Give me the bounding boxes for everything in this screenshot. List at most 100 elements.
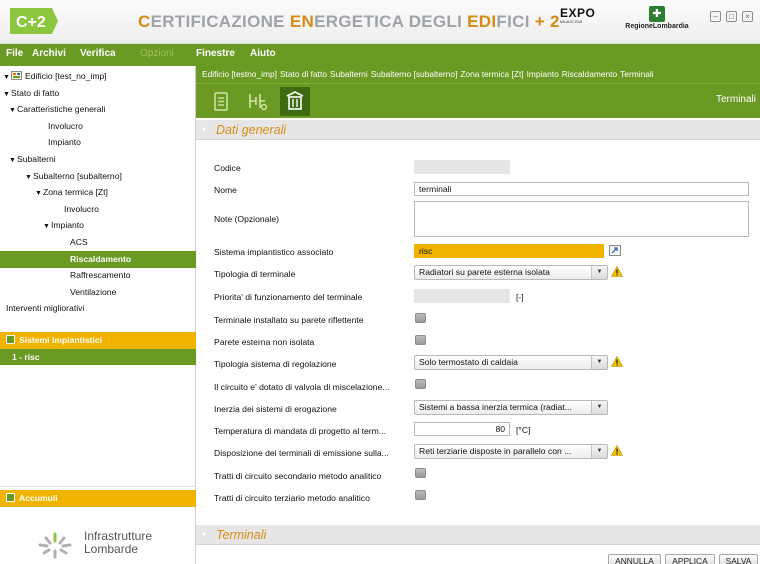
tipologia-terminale-select[interactable]: Radiatori su parete esterna isolata ▼	[414, 265, 608, 280]
tree-item[interactable]: ▼ Edificio [test_no_imp]	[0, 68, 196, 85]
valvola-checkbox[interactable]	[415, 379, 426, 389]
tree-item[interactable]: ACS	[0, 234, 196, 251]
tree-item-label: Subalterni	[17, 154, 56, 164]
expand-triangle-icon[interactable]: ▼	[25, 169, 33, 186]
disposizione-label: Disposizione dei terminali di emissione …	[214, 448, 389, 458]
title-bar: C+2 CERTIFICAZIONE ENERGETICA DEGLI EDIF…	[0, 0, 760, 44]
region-name: RegioneLombardia	[625, 23, 689, 30]
tree-item[interactable]: ▼Stato di fatto	[0, 85, 196, 102]
breadcrumb: Edificio [testno_imp] Stato di fatto Subal…	[196, 66, 760, 83]
app-title-part: + 2	[529, 12, 560, 31]
panel-splitter[interactable]	[0, 486, 196, 487]
breadcrumb-item[interactable]: Impianto	[527, 69, 559, 79]
regolazione-select[interactable]: Solo termostato di caldaia ▼	[414, 355, 608, 370]
menu-file[interactable]: File	[6, 48, 23, 59]
tree-item[interactable]: Interventi migliorativi	[0, 300, 196, 317]
chevron-down-icon[interactable]: ▼	[591, 356, 607, 369]
menu-opzioni: Opzioni	[140, 48, 174, 59]
pipes-icon[interactable]	[242, 87, 272, 116]
radiator-icon[interactable]	[280, 87, 310, 116]
nome-input[interactable]: terminali	[414, 182, 749, 196]
terziario-checkbox[interactable]	[415, 490, 426, 500]
disposizione-select[interactable]: Reti terziarie disposte in parallelo con…	[414, 444, 608, 459]
expand-triangle-icon[interactable]: ▼	[35, 185, 43, 202]
open-link-icon[interactable]	[609, 245, 621, 256]
tree-item[interactable]: ▼Zona termica [Zt]	[0, 184, 196, 201]
breadcrumb-item[interactable]: Zona termica [Zt]	[460, 69, 523, 79]
expo-logo: EXPO MILANO 2015	[560, 6, 604, 38]
applica-button[interactable]: APPLICA	[665, 554, 715, 564]
app-title-part: FICI	[496, 12, 530, 31]
expo-subtitle: MILANO 2015	[560, 20, 583, 24]
system-icon	[6, 335, 15, 344]
annulla-button[interactable]: ANNULLA	[608, 554, 661, 564]
sistema-label: Sistema impiantistico associato	[214, 247, 334, 257]
chevron-down-icon[interactable]: ▼	[591, 401, 607, 414]
secondario-checkbox[interactable]	[415, 468, 426, 478]
breadcrumb-item[interactable]: Terminali	[620, 69, 654, 79]
tree-item-label: Zona termica [Zt]	[43, 187, 108, 198]
expand-triangle-icon[interactable]: ▼	[9, 152, 17, 169]
expand-triangle-icon[interactable]: ▼	[9, 102, 17, 119]
terziario-label: Tratti di circuito terziario metodo anal…	[214, 493, 370, 503]
inerzia-select[interactable]: Sistemi a bassa inerzia termica (radiat.…	[414, 400, 608, 415]
close-icon[interactable]: ×	[742, 11, 753, 22]
tree-item-label: Interventi migliorativi	[6, 303, 85, 314]
sistema-field[interactable]: risc	[414, 244, 604, 258]
sistemi-header[interactable]: Sistemi impiantistici	[0, 332, 196, 349]
tree-item[interactable]: Riscaldamento	[0, 250, 196, 268]
storage-icon	[6, 493, 15, 502]
note-textarea[interactable]	[414, 201, 749, 237]
app-logo: C+2	[10, 8, 58, 34]
tree-item[interactable]: ▼Caratteristiche generali	[0, 101, 196, 118]
tree-item[interactable]: ▼Subalterni	[0, 151, 196, 168]
tree-item-label: Riscaldamento	[70, 253, 132, 264]
menu-verifica[interactable]: Verifica	[80, 48, 116, 59]
chevron-down-icon[interactable]: ▼	[591, 266, 607, 279]
priorita-unit: [-]	[516, 292, 524, 302]
expand-triangle-icon[interactable]: ▼	[3, 69, 11, 86]
group-header-terminali[interactable]: ▾ Terminali	[196, 525, 760, 545]
minimize-icon[interactable]: –	[710, 11, 721, 22]
toolbar: Terminali	[196, 83, 760, 118]
breadcrumb-item[interactable]: Subalterni	[330, 69, 368, 79]
breadcrumb-item[interactable]: Edificio [testno_imp]	[202, 69, 277, 79]
tree-item[interactable]: ▼Subalterno [subalterno]	[0, 168, 196, 185]
group-header-dati-generali[interactable]: ▾ Dati generali	[196, 120, 760, 140]
collapse-caret-icon[interactable]: ▾	[202, 125, 206, 134]
menu-finestre[interactable]: Finestre	[196, 48, 235, 59]
breadcrumb-item[interactable]: Riscaldamento	[562, 69, 617, 79]
sistema-item[interactable]: 1 - risc	[0, 349, 196, 365]
tree-item[interactable]: Impianto	[0, 134, 196, 151]
priorita-label: Priorita' di funzionamento del terminale	[214, 292, 363, 302]
tipologia-terminale-value: Radiatori su parete esterna isolata	[419, 267, 550, 277]
parete-non-isolata-checkbox[interactable]	[415, 335, 426, 345]
menu-aiuto[interactable]: Aiuto	[250, 48, 276, 59]
salva-button[interactable]: SALVA	[719, 554, 758, 564]
maximize-icon[interactable]: □	[726, 11, 737, 22]
chevron-down-icon[interactable]: ▼	[591, 445, 607, 458]
breadcrumb-item[interactable]: Stato di fatto	[280, 69, 327, 79]
tree-item-label: Stato di fatto	[11, 87, 60, 98]
breadcrumb-item[interactable]: Subalterno [subalterno]	[371, 69, 458, 79]
tree-item[interactable]: Ventilazione	[0, 284, 196, 301]
note-label: Note (Opzionale)	[214, 214, 279, 224]
list-icon[interactable]	[206, 87, 236, 116]
priorita-field	[414, 289, 510, 303]
tree-item[interactable]: Involucro	[0, 118, 196, 135]
tree-item[interactable]: ▼Impianto	[0, 217, 196, 234]
codice-label: Codice	[214, 163, 241, 173]
regolazione-value: Solo termostato di caldaia	[419, 357, 518, 367]
accumuli-header[interactable]: Accumuli	[0, 490, 196, 507]
tree-item-label: Impianto	[51, 220, 84, 231]
expand-triangle-icon[interactable]: ▼	[43, 218, 51, 235]
parete-non-isolata-label: Parete esterna non isolata	[214, 337, 315, 347]
parete-riflettente-checkbox[interactable]	[415, 313, 426, 323]
collapse-caret-icon[interactable]: ▾	[202, 530, 206, 539]
inerzia-value: Sistemi a bassa inerzia termica (radiat.…	[419, 402, 572, 412]
tree-item[interactable]: Involucro	[0, 201, 196, 218]
menu-archivi[interactable]: Archivi	[32, 48, 66, 59]
tree-item[interactable]: Raffrescamento	[0, 267, 196, 284]
expand-triangle-icon[interactable]: ▼	[3, 86, 11, 103]
temperatura-input[interactable]: 80	[414, 422, 510, 436]
